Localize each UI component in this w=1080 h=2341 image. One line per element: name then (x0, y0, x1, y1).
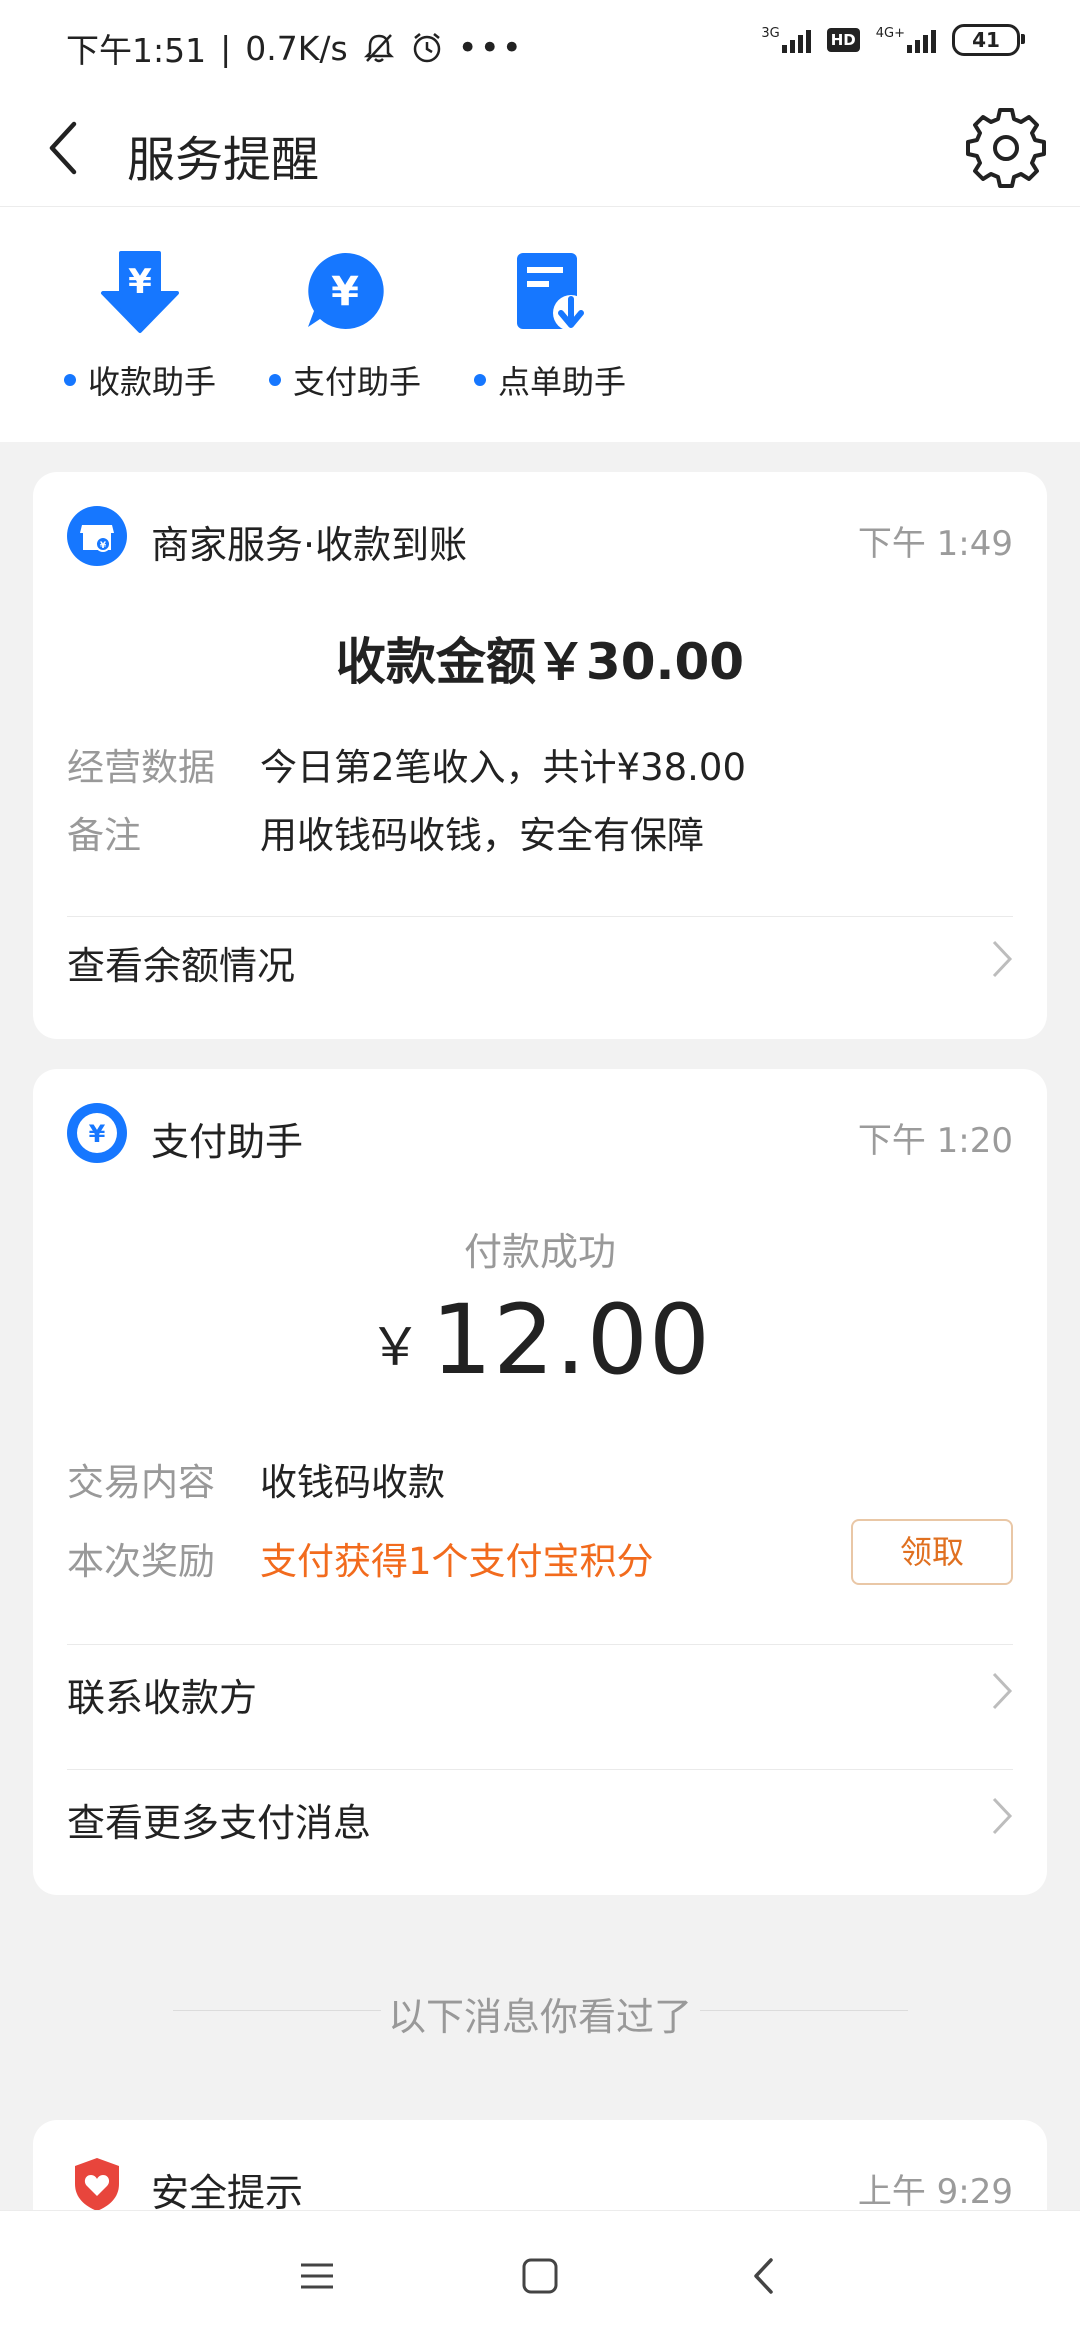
shield-heart-icon (75, 2158, 119, 2211)
home-icon[interactable] (515, 2251, 565, 2301)
payment-status: 付款成功 (463, 1230, 616, 1274)
network-speed: 0.7K/s (245, 28, 348, 68)
received-amount: 收款金额￥30.00 (335, 633, 745, 691)
info-row: 经营数据 今日第2笔收入，共计¥38.00 (67, 746, 747, 789)
payment-amount: ￥ 12.00 (369, 1284, 711, 1396)
helper-pay[interactable]: ¥ 支付助手 (250, 247, 440, 403)
signal-4g: 4G+ (876, 27, 936, 53)
unread-dot (63, 374, 76, 386)
svg-text:¥: ¥ (100, 541, 107, 551)
card-time: 下午 1:49 (857, 524, 1013, 564)
divider (67, 1769, 1013, 1770)
hd-badge: HD (826, 28, 860, 52)
payment-assistant-card[interactable]: ¥ 支付助手 下午 1:20 付款成功 ￥ 12.00 交易内容 收钱码收款 本次… (33, 1069, 1047, 1895)
back-icon[interactable] (740, 2251, 790, 2301)
chevron-right-icon (992, 1797, 1013, 1835)
battery-icon: 41 (952, 24, 1025, 56)
menu-icon[interactable] (292, 2251, 342, 2301)
status-time: 下午1:51 (66, 31, 207, 70)
merchant-payment-card[interactable]: ¥ 商家服务·收款到账 下午 1:49 收款金额￥30.00 经营数据 今日第2… (33, 472, 1047, 1039)
card-title: 商家服务·收款到账 (151, 523, 468, 567)
signal-bars-icon (907, 27, 936, 53)
view-balance-link[interactable]: 查看余额情况 (67, 917, 1013, 997)
unread-dot (268, 374, 281, 386)
gear-icon[interactable] (966, 108, 1046, 188)
info-row: 交易内容 收钱码收款 (67, 1461, 445, 1504)
svg-text:¥: ¥ (89, 1120, 106, 1148)
order-icon (517, 253, 589, 331)
svg-text:¥: ¥ (128, 262, 152, 302)
download-yen-icon: ¥ (101, 251, 179, 333)
unread-dot (473, 374, 486, 386)
signal-3g: 3G (761, 27, 811, 53)
bell-muted-icon (363, 34, 394, 63)
status-bar: 下午1:51 | 0.7K/s ••• 3G HD 4G+ 41 (0, 0, 1080, 90)
chevron-right-icon (992, 1672, 1013, 1710)
card-time: 上午 9:29 (857, 2172, 1013, 2212)
app-header: 服务提醒 (0, 90, 1080, 207)
card-title: 支付助手 (151, 1120, 304, 1164)
claim-button[interactable]: 领取 (851, 1519, 1013, 1585)
more-payment-messages-link[interactable]: 查看更多支付消息 (67, 1774, 1013, 1854)
back-arrow-icon[interactable] (40, 116, 90, 180)
alarm-icon (413, 33, 440, 63)
helper-shortcuts: ¥ 收款助手 ¥ 支付助手 点单助手 (0, 207, 1080, 442)
system-nav-bar (0, 2210, 1080, 2341)
svg-text:¥: ¥ (331, 269, 359, 315)
yen-bubble-icon: ¥ (308, 252, 384, 329)
helper-collect[interactable]: ¥ 收款助手 (45, 247, 235, 403)
seen-messages-divider: 以下消息你看过了 (0, 1980, 1080, 2040)
info-row: 备注 用收钱码收钱，安全有保障 (67, 814, 704, 857)
chevron-right-icon (992, 940, 1013, 978)
yen-circle-icon: ¥ (67, 1103, 127, 1163)
helper-order[interactable]: 点单助手 (455, 247, 645, 403)
store-icon: ¥ (67, 506, 127, 566)
contact-payee-link[interactable]: 联系收款方 (67, 1649, 1013, 1729)
page-title: 服务提醒 (127, 132, 320, 188)
divider (67, 1644, 1013, 1645)
more-dots-icon: ••• (457, 28, 524, 68)
card-title: 安全提示 (151, 2171, 304, 2215)
signal-bars-icon (781, 27, 811, 53)
card-time: 下午 1:20 (857, 1121, 1013, 1161)
